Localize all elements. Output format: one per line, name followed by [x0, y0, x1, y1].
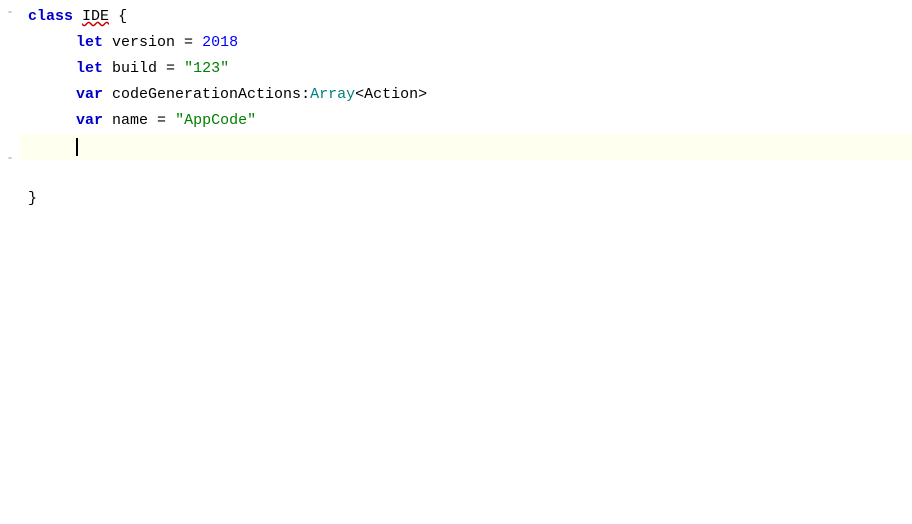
line-cursor[interactable] — [20, 134, 912, 160]
open-brace: { — [118, 4, 127, 30]
name-key: name — [112, 108, 148, 134]
fold-marker-bottom[interactable]: ⁃ — [3, 152, 17, 166]
build-key: build — [112, 56, 157, 82]
class-name-ide: IDE — [82, 4, 109, 30]
fold-marker-top[interactable]: ⁃ — [3, 6, 17, 20]
keyword-let-build: let — [76, 56, 103, 82]
line-close-brace: } — [20, 186, 912, 212]
keyword-var-code: var — [76, 82, 103, 108]
build-val: "123" — [184, 56, 229, 82]
keyword-var-name: var — [76, 108, 103, 134]
line-let-build: let build = "123" — [20, 56, 912, 82]
close-brace: } — [28, 186, 37, 212]
line-let-version: let version = 2018 — [20, 30, 912, 56]
line-var-name: var name = "AppCode" — [20, 108, 912, 134]
line-var-code: var codeGenerationActions : Array < Acti… — [20, 82, 912, 108]
code-gen-type2: Action — [364, 82, 418, 108]
code-area: class IDE { let version = 2018 let build… — [20, 0, 912, 524]
keyword-let-version: let — [76, 30, 103, 56]
name-val: "AppCode" — [175, 108, 256, 134]
gutter: ⁃ ⁃ — [0, 0, 20, 524]
version-key: version — [112, 30, 175, 56]
version-val: 2018 — [202, 30, 238, 56]
text-cursor — [76, 138, 78, 156]
editor-container: ⁃ ⁃ class IDE { let version = 2018 let — [0, 0, 912, 524]
line-class-def: class IDE { — [20, 4, 912, 30]
code-gen-type: Array — [310, 82, 355, 108]
code-gen-key: codeGenerationActions — [112, 82, 301, 108]
keyword-class: class — [28, 4, 73, 30]
line-empty — [20, 160, 912, 186]
